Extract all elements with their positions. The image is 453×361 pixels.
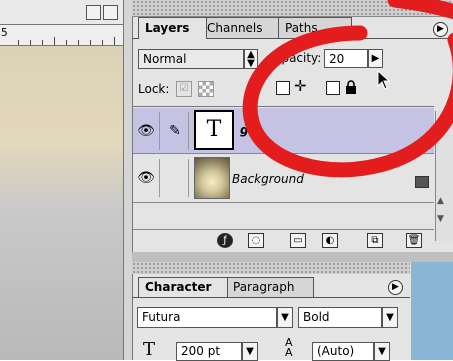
tab-layers[interactable]: Layers — [138, 17, 207, 39]
tab-character[interactable]: Character — [138, 277, 228, 297]
red-annotation — [242, 0, 453, 178]
arrow-cursor-icon — [377, 70, 391, 90]
